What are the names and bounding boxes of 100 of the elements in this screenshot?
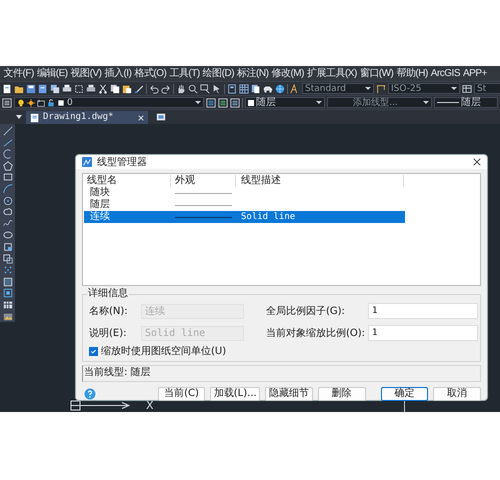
pointer-icon[interactable] xyxy=(212,84,222,94)
square-icon xyxy=(57,98,65,106)
hand-icon[interactable] xyxy=(176,84,186,94)
column-header[interactable]: 外观 xyxy=(171,175,236,187)
menu-item[interactable]: APP+ xyxy=(462,67,488,80)
rectangle-icon[interactable] xyxy=(2,172,12,182)
redo-icon[interactable] xyxy=(161,84,171,94)
layers-icon[interactable] xyxy=(230,98,240,108)
save-icon[interactable] xyxy=(26,84,36,94)
caret-icon xyxy=(195,101,201,104)
new-tab-icon[interactable] xyxy=(156,112,166,122)
caret-icon[interactable] xyxy=(16,115,22,119)
field-label: 说明(E): xyxy=(89,327,128,340)
points-icon[interactable] xyxy=(2,265,12,276)
lineweight-dropdown[interactable]: 随层 xyxy=(434,97,498,108)
menu-item[interactable]: 帮助(H) xyxy=(394,67,430,80)
menu-item[interactable]: 工具(T) xyxy=(168,67,202,80)
drawing-tab[interactable]: Drawing1.dwg* xyxy=(26,111,148,124)
dialog-button[interactable]: 隐藏细节 xyxy=(265,387,313,401)
object-scale-field[interactable]: 1 xyxy=(368,325,478,341)
menu-item[interactable]: 窗口(W) xyxy=(358,67,395,80)
padlock-icon xyxy=(47,98,55,106)
copy-icon[interactable] xyxy=(50,84,60,94)
line-sample-icon xyxy=(437,102,459,103)
layers-icon[interactable] xyxy=(206,98,216,108)
dialog-button[interactable]: 删除 xyxy=(318,387,366,401)
pages-icon[interactable] xyxy=(251,84,261,94)
caret-icon xyxy=(316,101,322,104)
new-file-icon[interactable] xyxy=(2,84,12,94)
menu-item[interactable]: ArcGIS xyxy=(429,67,462,80)
clipboard-icon[interactable] xyxy=(122,84,132,94)
image-icon[interactable] xyxy=(2,312,12,322)
menu-item[interactable]: 修改(M) xyxy=(270,67,306,80)
cloud-icon[interactable] xyxy=(2,207,12,218)
pentagon-icon[interactable] xyxy=(2,160,12,171)
brush-icon[interactable] xyxy=(134,84,144,94)
printer-icon[interactable] xyxy=(62,84,72,94)
table-icon[interactable] xyxy=(2,300,12,310)
checkbox[interactable] xyxy=(89,346,98,356)
arc-icon[interactable] xyxy=(2,149,12,160)
sun-icon xyxy=(27,98,35,106)
block-icon[interactable] xyxy=(2,242,12,252)
linetype-dropdown[interactable]: 添加线型... xyxy=(327,97,432,108)
linetype-row[interactable]: 随层 xyxy=(84,199,405,211)
dialog-title: 线型管理器 xyxy=(97,156,148,169)
linetype-row[interactable]: 连续 Solid line xyxy=(84,211,405,223)
menu-item[interactable]: 标注(N) xyxy=(236,67,270,80)
close-icon[interactable] xyxy=(473,158,481,166)
grid-icon[interactable] xyxy=(239,84,249,94)
hatch-icon[interactable] xyxy=(2,276,12,287)
drawing-file-icon xyxy=(30,112,40,122)
help-icon[interactable] xyxy=(84,388,96,400)
menu-item[interactable]: 格式(O) xyxy=(132,67,168,80)
linetype-name: 随层 xyxy=(89,199,111,211)
table-style-dropdown[interactable]: St xyxy=(474,83,500,94)
field-label: 当前对象缩放比例(O): xyxy=(266,326,366,340)
dimension-icon xyxy=(376,84,386,94)
globe-icon[interactable] xyxy=(275,84,285,94)
printer-icon[interactable] xyxy=(86,84,96,94)
caret-icon xyxy=(423,101,429,104)
zoom-window-icon[interactable] xyxy=(200,84,210,94)
text-style-dropdown[interactable]: Standard xyxy=(302,83,374,94)
layer-dropdown[interactable]: 0 xyxy=(14,97,204,108)
global-scale-field[interactable]: 1 xyxy=(368,303,478,319)
scissors-icon[interactable] xyxy=(98,84,108,94)
menu-item[interactable]: 绘图(D) xyxy=(201,67,236,80)
column-header[interactable]: 线型描述 xyxy=(236,175,404,187)
dialog-button[interactable]: 取消 xyxy=(433,387,482,401)
copy-icon[interactable] xyxy=(110,84,120,94)
dialog-button[interactable]: 加载(L)... xyxy=(210,387,260,401)
color-dropdown[interactable]: 随层 xyxy=(245,97,325,108)
insert-icon[interactable] xyxy=(2,254,12,264)
ellipse-icon[interactable] xyxy=(2,230,12,240)
zoom-icon[interactable] xyxy=(188,84,198,94)
menu-item[interactable]: 视图(V) xyxy=(69,67,103,80)
undo-icon[interactable] xyxy=(149,84,159,94)
layer-manager-icon[interactable] xyxy=(2,98,12,108)
dimension-style-dropdown[interactable]: ISO-25 xyxy=(388,83,460,94)
dialog-button[interactable]: 确定 xyxy=(380,387,428,401)
line-icon[interactable] xyxy=(2,138,12,148)
group-title: 详细信息 xyxy=(87,288,129,300)
line-sample-icon xyxy=(175,192,232,194)
circle-icon[interactable] xyxy=(2,196,12,206)
document-icon[interactable] xyxy=(38,84,48,94)
linetype-row[interactable]: 随块 xyxy=(84,187,405,199)
name-field: 连续 xyxy=(141,304,244,318)
car-icon[interactable] xyxy=(263,84,273,94)
dashed-square-icon[interactable] xyxy=(74,84,84,94)
line-icon[interactable] xyxy=(2,126,12,136)
axis-label: X xyxy=(146,399,154,412)
caret-icon xyxy=(365,87,371,90)
region-icon[interactable] xyxy=(2,288,12,298)
menu-item[interactable]: 文件(F) xyxy=(2,67,36,80)
column-header[interactable]: 线型名 xyxy=(84,175,171,187)
dialog-button[interactable]: 当前(C) xyxy=(158,387,206,401)
arc-icon[interactable] xyxy=(2,184,12,194)
menu-item[interactable]: 编辑(E) xyxy=(35,67,70,80)
menu-item[interactable]: 扩展工具(X) xyxy=(305,67,358,80)
menu-item[interactable]: 插入(I) xyxy=(102,67,133,80)
layers-icon[interactable] xyxy=(218,98,228,108)
